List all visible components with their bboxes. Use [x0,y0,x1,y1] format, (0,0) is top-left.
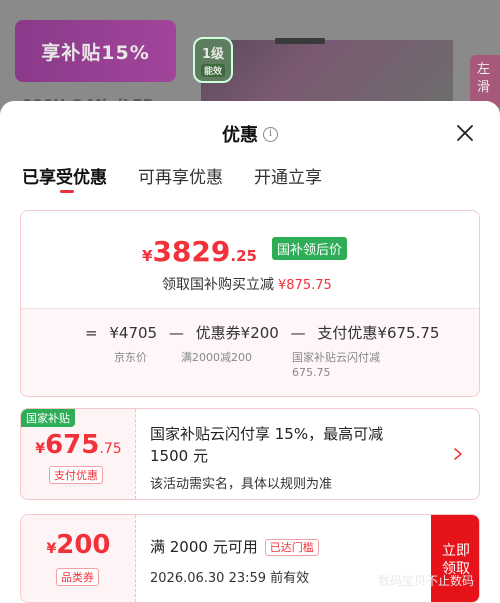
chevron-right-icon[interactable] [451,447,465,461]
discount-tabs: 已享受优惠 可再享优惠 开通立享 [22,163,353,197]
minus-sign: — [290,324,306,342]
payment-discount-title-line1: 国家补贴云闪付享 15%，最高可减 [150,425,384,443]
payment-discount-left: 国家补贴 ¥675.75 支付优惠 [21,409,136,499]
category-coupon-threshold: 满 2000 元可用 [150,538,258,556]
payment-discount-label: 支付优惠 [49,466,103,484]
sheet-title-text: 优惠 [222,125,258,146]
category-coupon-label: 品类券 [56,568,99,586]
instant-discount-label: 领取国补购买立减 [162,277,274,293]
category-coupon-currency: ¥ [46,541,57,557]
price-formula: = ¥4705 — 优惠券¥200 — 支付优惠¥675.75 [85,322,446,343]
threshold-met-badge: 已达门槛 [264,539,319,556]
payment-discount-amount: ¥675.75 [21,430,136,460]
swipe-hint: 左滑 [470,55,500,107]
payment-deduction: 支付优惠¥675.75 [317,324,439,342]
final-price: ¥3829.25 [142,235,257,268]
payment-caption-line1: 国家补贴云闪付减 [292,351,380,364]
equals-sign: = [85,324,98,342]
category-coupon-amount: ¥200 [21,530,136,560]
info-icon[interactable]: i [263,126,278,142]
coupon-caption: 满2000减200 [181,351,252,364]
final-price-integer: 3829 [152,235,231,268]
category-coupon-integer: 200 [56,530,111,560]
payment-caption: 国家补贴云闪付减 675.75 [292,350,380,380]
payment-discount-title-line2: 1500 元 [150,447,208,465]
energy-sub: 能效 [200,64,225,77]
payment-discount-title: 国家补贴云闪付享 15%，最高可减 1500 元 [150,423,383,467]
category-coupon-title: 满 2000 元可用 已达门槛 [150,536,319,558]
product-image [201,40,453,110]
payment-deduction-value: ¥675.75 [377,324,440,342]
price-breakdown: = ¥4705 — 优惠券¥200 — 支付优惠¥675.75 京东价 满200… [21,308,479,396]
category-coupon-left: ¥200 品类券 [21,515,136,602]
minus-sign: — [168,324,184,342]
payment-discount-decimal: .75 [99,441,122,457]
summary-top: ¥3829.25 国补领后价 领取国补购买立减 ¥875.75 [21,211,479,308]
base-price: ¥4705 [109,324,158,342]
subsidy-promo-badge: 享补贴15% [15,20,176,82]
price-type-badge: 国补领后价 [272,237,348,260]
coupon-deduction-label: 优惠券 [195,324,241,342]
payment-discount-integer: 675 [45,430,100,460]
coupon-deduction: 优惠券¥200 [196,324,279,342]
base-price-caption: 京东价 [114,351,147,364]
close-icon[interactable] [453,121,477,145]
payment-discount-currency: ¥ [35,441,46,457]
instant-discount-amount: ¥875.75 [278,278,332,293]
coupon-deduction-value: ¥200 [240,324,279,342]
final-price-decimal: .25 [230,247,257,265]
payment-discount-desc: 该活动需实名，具体以规则为准 [150,477,333,492]
payment-caption-line2: 675.75 [292,366,331,379]
category-coupon-validity: 2026.06.30 23:59 前有效 [150,571,310,586]
tab-activate-discounts[interactable]: 开通立享 [254,163,322,197]
national-subsidy-tag: 国家补贴 [21,409,75,427]
price-summary-card: ¥3829.25 国补领后价 领取国补购买立减 ¥875.75 = ¥4705 —… [20,210,480,397]
energy-label-badge: 1级 能效 [193,37,233,83]
sheet-header: 优惠 i [0,101,500,161]
instant-discount-line: 领取国补购买立减 ¥875.75 [162,274,332,294]
category-coupon-card: ¥200 品类券 满 2000 元可用 已达门槛 2026.06.30 23:59… [20,514,480,603]
payment-discount-card[interactable]: 国家补贴 ¥675.75 支付优惠 国家补贴云闪付享 15%，最高可减 1500… [20,408,480,500]
tab-enjoyed-discounts[interactable]: 已享受优惠 [22,163,107,197]
claim-button-line1: 立即 [442,543,470,559]
tab-more-discounts[interactable]: 可再享优惠 [138,163,223,197]
payment-deduction-label: 支付优惠 [317,324,378,342]
watermark: 数码宝贝不止数码 [378,574,475,588]
energy-level: 1级 [201,47,225,62]
discount-sheet: 优惠 i 已享受优惠 可再享优惠 开通立享 ¥3829.25 国补领后价 领取国补… [0,101,500,603]
product-image-camera [275,38,325,44]
sheet-title: 优惠 i [0,121,500,147]
final-price-currency: ¥ [142,247,153,265]
